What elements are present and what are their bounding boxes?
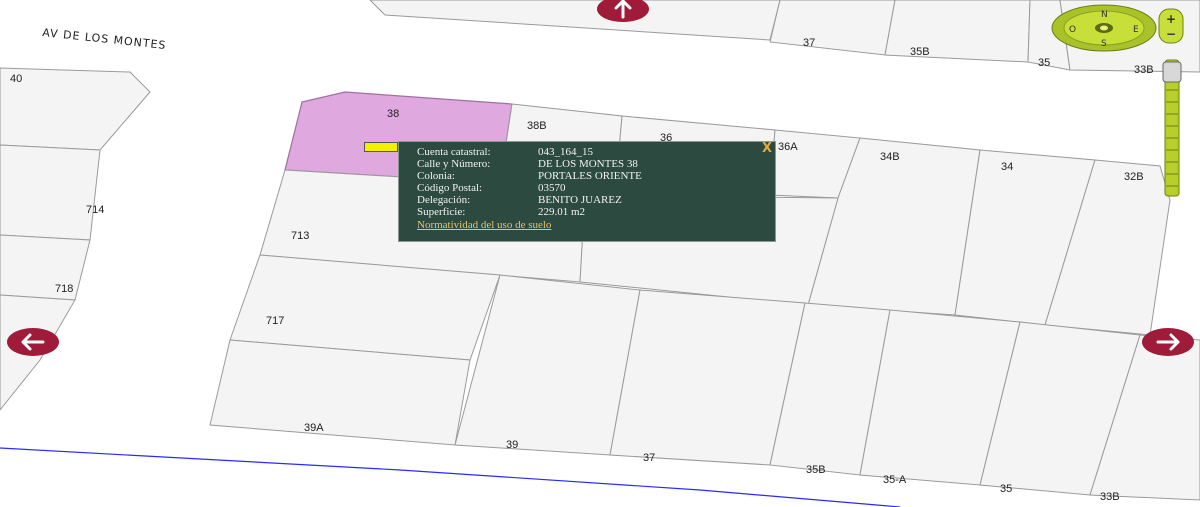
land-use-link[interactable]: Normatividad del uso de suelo [417,218,775,232]
info-value: 03570 [538,182,566,194]
zoom-out-button[interactable]: − [1166,27,1176,41]
lot-label: 717 [266,315,284,327]
pan-east-button[interactable] [1142,328,1194,356]
zoom-in-button[interactable]: + [1166,12,1176,26]
info-label: Calle y Número: [417,158,491,170]
lot-label: 35B [806,464,826,476]
info-value: DE LOS MONTES 38 [538,158,638,170]
lot-label: 33B [1100,491,1120,503]
lot-label: 713 [291,230,309,242]
lot-label: 34 [1001,161,1013,173]
info-row: Delegación: BENITO JUAREZ [417,194,775,206]
info-row: Calle y Número: DE LOS MONTES 38 [417,158,775,170]
lot-label: 714 [86,204,104,216]
lot-label: 37 [803,37,815,49]
lot-label: 35 [1038,57,1050,69]
cadastral-map[interactable]: AV DE LOS MONTES 37 35B 35 33B 40 38 38B… [0,0,1200,507]
compass-control[interactable]: N S E O [1051,4,1157,52]
lot-label: 37 [643,452,655,464]
info-label: Cuenta catastral: [417,146,491,158]
compass-south[interactable]: S [1101,39,1107,49]
info-row: Cuenta catastral: 043_164_15 [417,146,775,158]
info-label: Superficie: [417,206,466,218]
lot-718[interactable] [0,234,91,301]
info-value: 043_164_15 [538,146,593,158]
map-canvas[interactable]: AV DE LOS MONTES 37 35B 35 33B 40 38 38B… [0,0,1200,507]
info-value: BENITO JUAREZ [538,194,622,206]
lot-label: 718 [55,283,73,295]
compass-east[interactable]: E [1133,25,1139,35]
zoom-buttons[interactable]: + − [1158,8,1184,44]
lot-label: 38 [387,108,399,120]
lot-label: 32B [1124,171,1144,183]
pan-west-button[interactable] [7,328,59,356]
close-popup-button[interactable]: X [762,142,772,156]
lot-label: 35B [910,46,930,58]
compass-west[interactable]: O [1069,25,1076,35]
info-row: Superficie: 229.01 m2 [417,206,775,218]
lot-label: 34B [880,151,900,163]
info-label: Colonia: [417,170,455,182]
lot-label: 33B [1134,64,1154,76]
lot-label: 40 [10,73,22,85]
lot-714[interactable] [0,144,101,241]
lot-label: 35-A [883,474,907,486]
lot-label: 39 [506,439,518,451]
lot-label: 38B [527,120,547,132]
parcel-info-popup: X Cuenta catastral: 043_164_15 Calle y Nú… [398,141,776,242]
info-row: Código Postal: 03570 [417,182,775,194]
lot-label: 39A [304,422,324,434]
info-label: Código Postal: [417,182,483,194]
info-value: 229.01 m2 [538,206,586,218]
selection-pointer [364,142,398,152]
compass-north[interactable]: N [1101,10,1108,20]
street-label: AV DE LOS MONTES [42,26,167,52]
info-label: Delegación: [417,194,471,206]
zoom-slider-handle[interactable] [1162,61,1182,83]
info-row: Colonia: PORTALES ORIENTE [417,170,775,182]
info-value: PORTALES ORIENTE [538,170,642,182]
lot-35B-top[interactable] [884,0,1031,63]
lot-40[interactable] [0,67,151,151]
lot-37-top[interactable] [769,0,896,56]
lot-label: 35 [1000,483,1012,495]
zoom-slider[interactable] [1160,58,1184,198]
lot-label: 36A [778,141,798,153]
lot-top-left[interactable] [369,0,781,41]
